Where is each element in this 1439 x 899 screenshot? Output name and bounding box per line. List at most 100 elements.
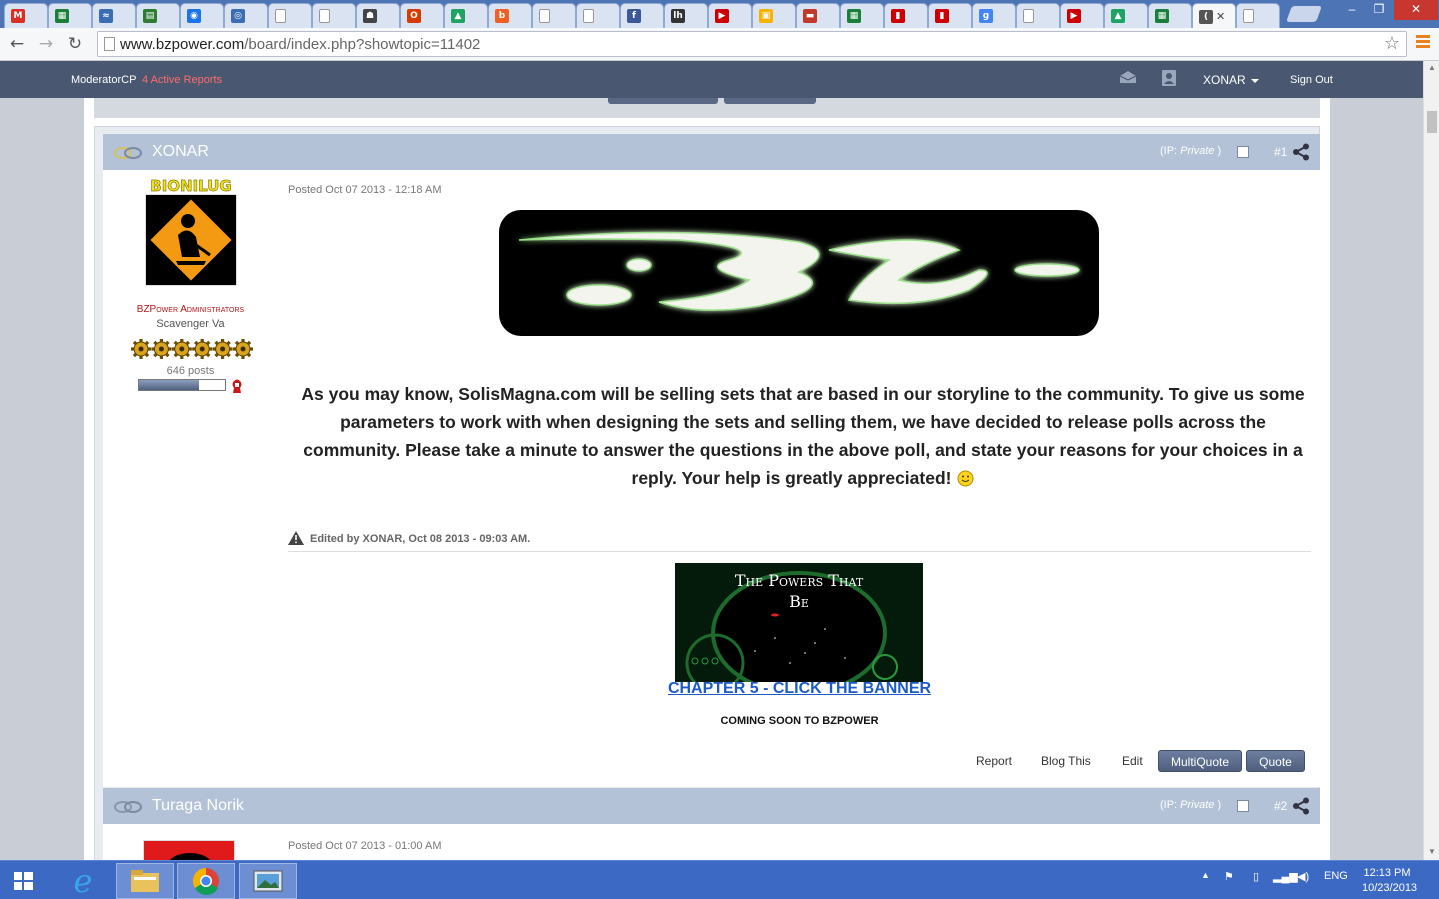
select-post-checkbox[interactable] (1237, 800, 1249, 812)
browser-tab[interactable]: ▤ (136, 3, 180, 28)
back-button[interactable]: ← (6, 33, 28, 55)
quote-button[interactable]: Quote (1246, 750, 1305, 772)
share-icon[interactable] (1292, 797, 1310, 815)
close-tab-icon[interactable]: ✕ (1216, 10, 1225, 23)
bookmark-star-icon[interactable]: ☆ (1384, 33, 1400, 54)
post-number[interactable]: #1 (1274, 145, 1287, 159)
browser-tab[interactable]: ▬ (796, 3, 840, 28)
close-window-button[interactable]: ✕ (1394, 0, 1438, 20)
browser-tab[interactable]: ▮ (928, 3, 972, 28)
smiley-icon (957, 470, 974, 487)
slides-icon: ▤ (143, 9, 157, 23)
browser-tab[interactable] (268, 3, 312, 28)
blog-this-link[interactable]: Blog This (1041, 754, 1091, 768)
colon-three-glow-image (518, 231, 1080, 311)
post-number[interactable]: #2 (1274, 799, 1287, 813)
select-post-checkbox[interactable] (1237, 146, 1249, 158)
show-hidden-icons-icon[interactable]: ▲ (1201, 870, 1210, 880)
browser-tab[interactable]: lh (664, 3, 708, 28)
browser-tab[interactable]: ▦ (1148, 3, 1192, 28)
browser-tab[interactable]: ▦ (840, 3, 884, 28)
chrome-menu-button[interactable] (1416, 35, 1430, 50)
browser-tab[interactable]: g (972, 3, 1016, 28)
chrome-circle-icon: ◉ (187, 9, 201, 23)
warn-level-icon[interactable] (230, 378, 244, 394)
browser-tab[interactable] (1016, 3, 1060, 28)
action-center-icon[interactable]: ⚑ (1224, 870, 1234, 883)
profile-icon[interactable] (1162, 70, 1176, 86)
sign-out-link[interactable]: Sign Out (1290, 74, 1333, 86)
scrollbar-thumb[interactable] (1427, 111, 1437, 133)
gear-icon (233, 339, 253, 359)
report-link[interactable]: Report (976, 754, 1012, 768)
avatar[interactable] (145, 194, 237, 286)
browser-tab[interactable]: ☗ (356, 3, 400, 28)
network-icon[interactable]: ▂▄▆ (1273, 870, 1298, 883)
page-scrollbar[interactable]: ▲ ▼ (1423, 61, 1439, 860)
clock-date: 10/23/2013 (1362, 882, 1418, 894)
avatar[interactable] (143, 840, 235, 860)
file-explorer-button[interactable] (116, 863, 174, 899)
browser-tab[interactable]: M (4, 3, 48, 28)
topic-button[interactable] (724, 98, 816, 104)
browser-tab[interactable]: ▲ (1104, 3, 1148, 28)
scroll-up-icon[interactable]: ▲ (1428, 63, 1436, 72)
browser-tab[interactable]: ▲ (444, 3, 488, 28)
browser-tab[interactable] (532, 3, 576, 28)
ip-address: (IP: Private ) (1160, 145, 1222, 157)
browser-tab[interactable] (576, 3, 620, 28)
blank-page-icon (1023, 9, 1034, 23)
chrome-taskbar-button[interactable] (177, 863, 235, 899)
user-title-image: BIONILUG (143, 176, 239, 194)
browser-toolbar: ← → ↻ www.bzpower.com/board/index.php?sh… (0, 28, 1439, 61)
browser-tab[interactable]: ≈ (92, 3, 136, 28)
topic-button[interactable] (608, 98, 718, 104)
address-bar[interactable]: www.bzpower.com/board/index.php?showtopi… (97, 31, 1407, 57)
signature-banner[interactable]: The Powers That Be (675, 563, 923, 682)
youtube-icon: ▶ (1067, 9, 1081, 23)
sheets-icon: ▦ (55, 9, 69, 23)
internet-explorer-button[interactable]: e (54, 862, 112, 899)
browser-tab[interactable]: ▦ (48, 3, 92, 28)
start-button[interactable] (0, 863, 48, 899)
browser-tab[interactable] (1236, 3, 1280, 28)
post-author[interactable]: Turaga Norik (152, 797, 244, 815)
share-icon[interactable] (1292, 143, 1310, 161)
new-tab-button[interactable] (1286, 6, 1322, 22)
scroll-down-icon[interactable]: ▼ (1428, 847, 1436, 856)
messenger-icon[interactable] (1119, 70, 1137, 84)
post-author[interactable]: XONAR (152, 143, 209, 161)
username: XONAR (1203, 73, 1246, 87)
active-reports-link[interactable]: 4 Active Reports (142, 74, 222, 86)
target-icon: ◎ (231, 9, 245, 23)
chain-link-icon (114, 147, 142, 159)
chain-link-icon (114, 801, 142, 813)
volume-icon[interactable]: ◀) (1297, 870, 1309, 883)
browser-tab[interactable]: O (400, 3, 444, 28)
user-menu[interactable]: XONAR (1203, 73, 1259, 87)
edit-link[interactable]: Edit (1122, 754, 1143, 768)
clock[interactable]: 12:13 PM 10/23/2013 (1362, 866, 1418, 896)
battery-icon[interactable]: ▯ (1253, 870, 1259, 883)
forum-page: XONAR (IP: Private ) #1 BIONILUG BZPower… (84, 98, 1330, 860)
browser-tab[interactable]: (✕ (1192, 3, 1236, 29)
restore-button[interactable]: ❐ (1366, 0, 1392, 20)
browser-tab[interactable]: ▶ (1060, 3, 1104, 28)
browser-tab[interactable]: ◎ (224, 3, 268, 28)
reload-button[interactable]: ↻ (64, 33, 86, 55)
browser-tab[interactable]: ▶ (708, 3, 752, 28)
browser-tab[interactable]: f (620, 3, 664, 28)
topic-button-strip (94, 98, 1320, 118)
language-indicator[interactable]: ENG (1324, 870, 1348, 882)
signature-link[interactable]: CHAPTER 5 - CLICK THE BANNER (668, 680, 931, 697)
multiquote-button[interactable]: MultiQuote (1158, 750, 1242, 772)
moderator-cp-link[interactable]: ModeratorCP (71, 74, 136, 86)
forward-button[interactable]: → (35, 33, 57, 55)
photo-viewer-button[interactable] (239, 863, 297, 899)
browser-tab[interactable]: ◉ (180, 3, 224, 28)
browser-tab[interactable] (312, 3, 356, 28)
browser-tab[interactable]: b (488, 3, 532, 28)
minimize-button[interactable]: – (1338, 0, 1366, 20)
browser-tab[interactable]: ▮ (884, 3, 928, 28)
browser-tab[interactable]: ▣ (752, 3, 796, 28)
